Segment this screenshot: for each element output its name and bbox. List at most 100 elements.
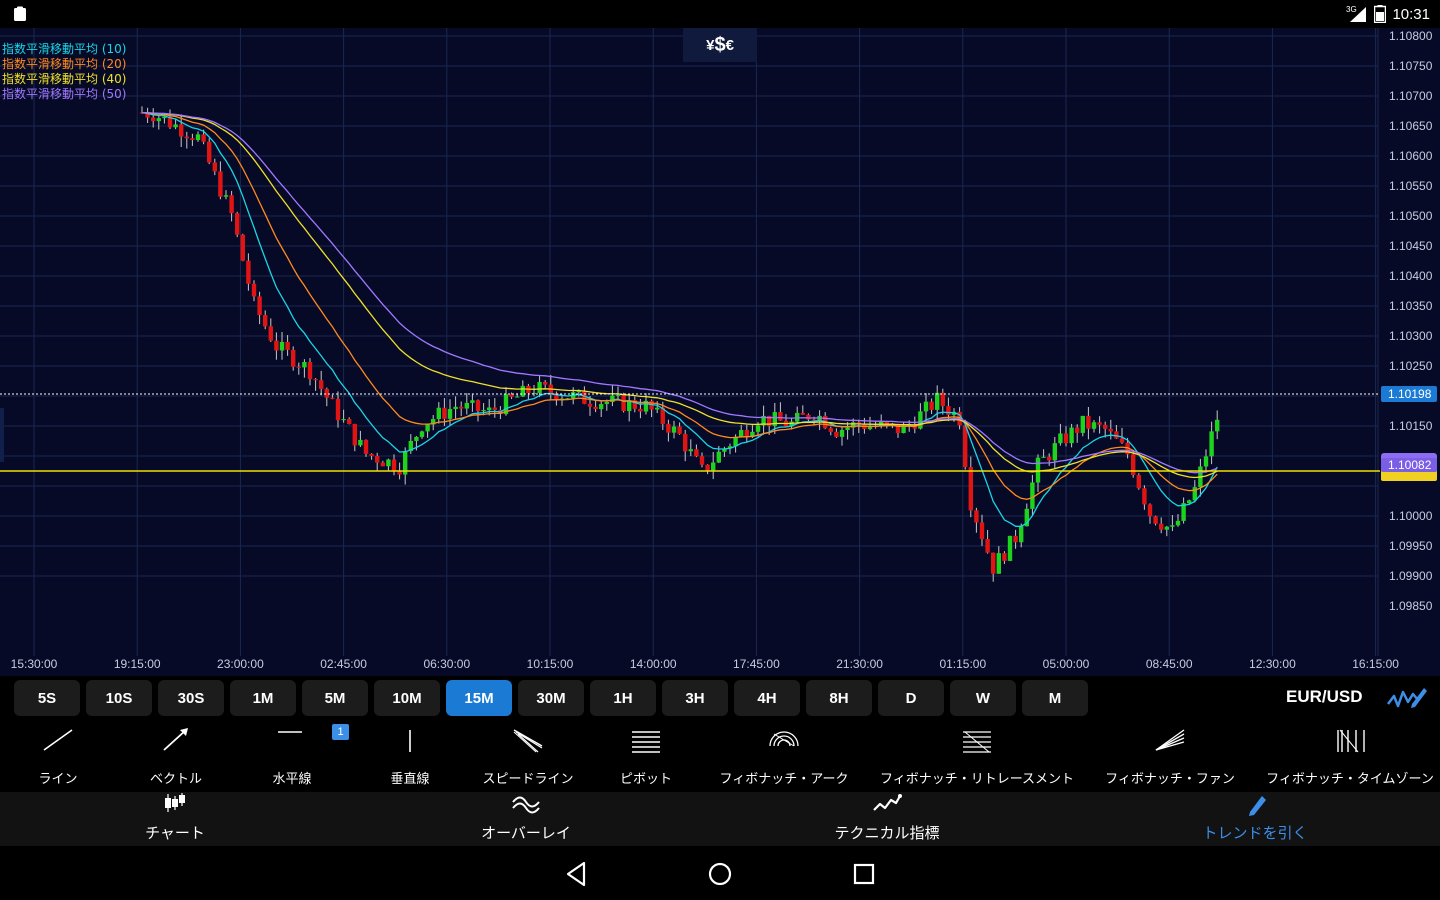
timeframe-3h-button[interactable]: 3H (662, 680, 728, 716)
candle-body (352, 423, 357, 446)
y-tick-label: 1.09900 (1389, 569, 1433, 583)
candle-body (806, 414, 811, 420)
candle-body (845, 427, 850, 430)
tab-indicator[interactable]: テクニカル指標 (777, 792, 997, 846)
x-tick-label: 21:30:00 (836, 657, 883, 671)
candle-body (319, 380, 324, 389)
x-tick-label: 05:00:00 (1043, 657, 1090, 671)
candle-body (1086, 415, 1091, 429)
tab-overlay-wave[interactable]: オーバーレイ (416, 792, 636, 846)
timeframe-d-button[interactable]: D (878, 680, 944, 716)
y-tick-label: 1.09950 (1389, 539, 1433, 553)
network-type-text: 3G (1346, 5, 1357, 14)
candle-body (1035, 457, 1041, 483)
candle-body (688, 449, 693, 452)
timeframe-15m-button[interactable]: 15M (446, 680, 512, 716)
candle-body (1209, 431, 1214, 457)
tab-label: チャート (145, 824, 205, 842)
tool-fibonacci-arc[interactable]: フィボナッチ・アーク (674, 720, 894, 792)
timeframe-5s-button[interactable]: 5S (14, 680, 80, 716)
y-tick-label: 1.10350 (1389, 299, 1433, 313)
candle-body (828, 428, 833, 432)
candle-body (979, 522, 985, 540)
timeframe-m-button[interactable]: M (1022, 680, 1088, 716)
logo-dollar: $ (714, 33, 726, 56)
currency-pair-label[interactable]: EUR/USD (1286, 687, 1363, 707)
x-tick-label: 23:00:00 (217, 657, 264, 671)
x-tick-label: 15:30:00 (11, 657, 58, 671)
timeframe-1h-button[interactable]: 1H (590, 680, 656, 716)
legend-entry: 指数平滑移動平均 (40) (2, 72, 127, 86)
candle-body (593, 406, 598, 410)
legend-entry: 指数平滑移動平均 (20) (2, 57, 127, 71)
candle-body (257, 296, 262, 316)
fibonacci-arc-icon (769, 731, 799, 747)
candle-body (151, 117, 156, 122)
candle-body (190, 138, 195, 141)
candle-body (223, 195, 229, 197)
x-tick-label: 10:15:00 (527, 657, 574, 671)
x-tick-label: 16:15:00 (1352, 657, 1399, 671)
timeframe-10m-button[interactable]: 10M (374, 680, 440, 716)
candle-body (683, 433, 688, 452)
candle-body (447, 409, 453, 419)
candle-body (414, 436, 419, 441)
candle-body (218, 171, 223, 197)
candle-body (929, 401, 934, 410)
candle-body (1019, 526, 1024, 543)
signal-3g-icon: 3G (1346, 5, 1367, 22)
candle-body (918, 411, 923, 429)
horizontal-line-count-badge: 1 (332, 724, 349, 740)
timeframe-8h-button[interactable]: 8H (806, 680, 872, 716)
chart-canvas[interactable]: 1.10800 1.10750 1.10700 1.10650 1.10600 1.105… (0, 28, 1440, 676)
price-chart[interactable]: 1.10800 1.10750 1.10700 1.10650 1.10600 1.105… (0, 28, 1440, 676)
tab-candlestick[interactable]: チャート (65, 792, 285, 846)
tool-label: ピボット (619, 772, 672, 787)
fibonacci-fan-icon (1155, 729, 1185, 751)
x-tick-label: 14:00:00 (630, 657, 677, 671)
y-tick-label: 1.09850 (1389, 599, 1433, 613)
candle-body (515, 396, 520, 398)
candlestick-icon (165, 793, 185, 812)
timeframe-w-button[interactable]: W (950, 680, 1016, 716)
candle-body (985, 539, 990, 553)
timeframe-5m-button[interactable]: 5M (302, 680, 368, 716)
trend-draw-icon[interactable] (1386, 682, 1428, 714)
legend-entry: 指数平滑移動平均 (50) (2, 87, 127, 101)
candle-body (1114, 431, 1119, 439)
candle-body (324, 388, 329, 398)
timeframe-bar: 5S 10S 30S 1M 5M 10M 15M 30M 1H 3H 4H 8H D W M EUR/USD (0, 676, 1440, 720)
recents-icon[interactable] (851, 861, 877, 887)
timeframe-1m-button[interactable]: 1M (230, 680, 296, 716)
candle-body (996, 553, 1001, 574)
y-tick-label: 1.10450 (1389, 239, 1433, 253)
candle-body (475, 400, 481, 412)
candle-body (1187, 500, 1192, 504)
timeframe-4h-button[interactable]: 4H (734, 680, 800, 716)
candle-body (963, 425, 968, 468)
candle-body (974, 510, 979, 523)
tool-fibonacci-retracement[interactable]: フィボナッチ・リトレースメント (867, 720, 1087, 792)
candle-body (1164, 526, 1169, 530)
candle-body (599, 404, 604, 410)
tool-fibonacci-timezone[interactable]: フィボナッチ・タイムゾーン (1240, 720, 1440, 792)
tab-pencil[interactable]: トレンドを引く (1145, 792, 1365, 846)
y-tick-label: 1.10300 (1389, 329, 1433, 343)
candle-body (487, 407, 492, 411)
candle-body (1063, 433, 1069, 444)
tool-label: フィボナッチ・ファン (1105, 772, 1235, 787)
home-icon[interactable] (707, 861, 733, 887)
timeframe-30m-button[interactable]: 30M (518, 680, 584, 716)
candle-body (1119, 438, 1125, 443)
candle-body (1131, 454, 1136, 476)
current-price-label: 1.10198 (1388, 387, 1432, 401)
indicator-icon (873, 794, 902, 811)
y-tick-label: 1.10400 (1389, 269, 1433, 283)
timeframe-30s-button[interactable]: 30S (158, 680, 224, 716)
candle-body (935, 392, 940, 410)
tab-label: テクニカル指標 (834, 824, 940, 842)
back-icon[interactable] (564, 861, 590, 887)
timeframe-10s-button[interactable]: 10S (86, 680, 152, 716)
y-tick-label: 1.10700 (1389, 89, 1433, 103)
candle-body (492, 407, 497, 411)
